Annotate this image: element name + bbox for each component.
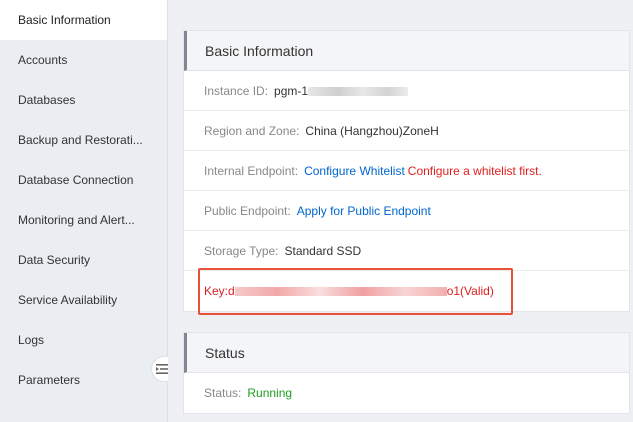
key-prefix: Key:d xyxy=(204,284,235,298)
storage-type-label: Storage Type: xyxy=(204,244,279,258)
public-endpoint-row: Public Endpoint: Apply for Public Endpoin… xyxy=(184,191,629,231)
storage-type-row: Storage Type: Standard SSD xyxy=(184,231,629,271)
basic-information-header: Basic Information xyxy=(184,31,629,71)
collapse-menu-icon xyxy=(155,363,168,375)
main-content: Basic Information Instance ID: pgm-1 Regi… xyxy=(168,0,633,422)
redacted-key xyxy=(234,287,447,297)
status-label: Status: xyxy=(204,386,242,400)
sidebar-item-service-availability[interactable]: Service Availability xyxy=(0,280,167,320)
region-zone-row: Region and Zone: China (Hangzhou)ZoneH xyxy=(184,111,629,151)
sidebar-item-monitoring-and-alerts[interactable]: Monitoring and Alert... xyxy=(0,200,167,240)
region-zone-label: Region and Zone: xyxy=(204,124,300,138)
sidebar-item-basic-information[interactable]: Basic Information xyxy=(0,0,167,40)
region-zone-value: China (Hangzhou)ZoneH xyxy=(305,124,439,138)
apply-public-endpoint-link[interactable]: Apply for Public Endpoint xyxy=(297,204,431,218)
sidebar-item-data-security[interactable]: Data Security xyxy=(0,240,167,280)
status-panel: Status Status: Running xyxy=(183,332,630,414)
internal-endpoint-row: Internal Endpoint: Configure Whitelist Con… xyxy=(184,151,629,191)
storage-type-value: Standard SSD xyxy=(284,244,362,258)
internal-endpoint-label: Internal Endpoint: xyxy=(204,164,299,178)
sidebar-item-logs[interactable]: Logs xyxy=(0,320,167,360)
redacted-instance-id xyxy=(308,87,409,97)
status-value: Running xyxy=(247,386,293,400)
instance-id-label: Instance ID: xyxy=(204,84,269,98)
sidebar-item-databases[interactable]: Databases xyxy=(0,80,167,120)
sidebar-item-database-connection[interactable]: Database Connection xyxy=(0,160,167,200)
sidebar-item-parameters[interactable]: Parameters xyxy=(0,360,167,400)
status-row: Status: Running xyxy=(184,373,629,413)
sidebar: Basic Information Accounts Databases Bac… xyxy=(0,0,168,422)
sidebar-item-accounts[interactable]: Accounts xyxy=(0,40,167,80)
status-header: Status xyxy=(184,333,629,373)
sidebar-item-backup-and-restoration[interactable]: Backup and Restorati... xyxy=(0,120,167,160)
key-suffix: o1(Valid) xyxy=(446,284,494,298)
key-row: Key:d o1(Valid) xyxy=(184,271,629,311)
basic-information-panel: Basic Information Instance ID: pgm-1 Regi… xyxy=(183,30,630,312)
instance-id-row: Instance ID: pgm-1 xyxy=(184,71,629,111)
public-endpoint-label: Public Endpoint: xyxy=(204,204,291,218)
instance-id-value: pgm-1 xyxy=(274,84,309,98)
configure-whitelist-link[interactable]: Configure Whitelist xyxy=(304,164,405,178)
whitelist-warning: Configure a whitelist first. xyxy=(407,164,542,178)
